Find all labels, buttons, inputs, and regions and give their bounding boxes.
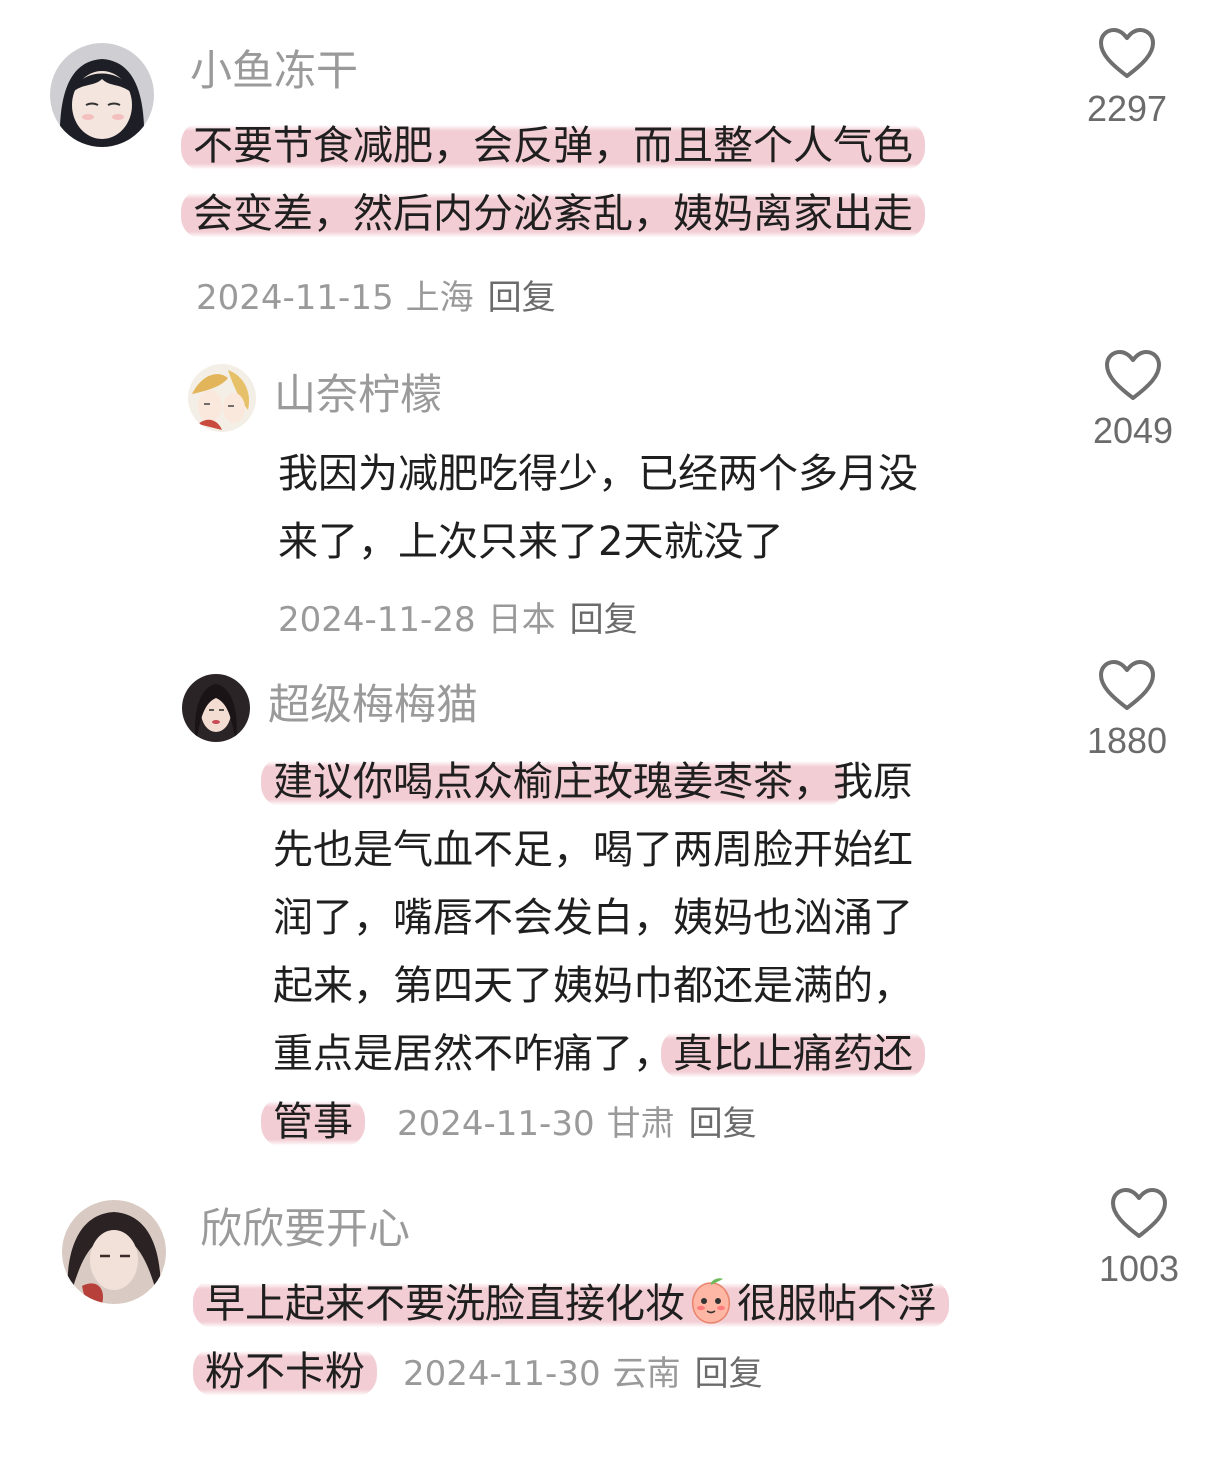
comment-line: 重点是居然不咋痛了， bbox=[273, 1031, 673, 1077]
comment-text: 建议你喝点众榆庄玫瑰姜枣茶，我原 先也是气血不足，喝了两周脸开始红 润了，嘴唇不… bbox=[261, 748, 925, 1156]
like-count: 1880 bbox=[1086, 720, 1168, 761]
avatar[interactable] bbox=[188, 364, 256, 432]
comment-text: 不要节食减肥，会反弹，而且整个人气色 会变差，然后内分泌紊乱，姨妈离家出走 bbox=[181, 112, 925, 248]
highlighted-text: 早上起来不要洗脸直接化妆 很服帖不浮 bbox=[193, 1277, 949, 1329]
comment-date: 2024-11-28 bbox=[278, 600, 476, 640]
username[interactable]: 欣欣要开心 bbox=[200, 1208, 410, 1250]
like-count: 1003 bbox=[1098, 1248, 1180, 1289]
comment-line: 先也是气血不足，喝了两周脸开始红 bbox=[273, 827, 913, 873]
username[interactable]: 山奈柠檬 bbox=[274, 374, 442, 416]
like-button[interactable]: 1880 bbox=[1072, 658, 1182, 762]
comment-date: 2024-11-15 bbox=[196, 278, 394, 318]
comment-meta: 2024-11-30 甘肃 回复 bbox=[397, 1104, 757, 1144]
comment-location: 甘肃 bbox=[606, 1104, 675, 1144]
heart-outline-icon bbox=[1111, 1188, 1167, 1238]
username[interactable]: 超级梅梅猫 bbox=[268, 684, 478, 726]
comment-line: 起来，第四天了姨妈巾都还是满的， bbox=[273, 963, 913, 1009]
avatar[interactable] bbox=[50, 43, 154, 147]
comment-item: 超级梅梅猫 建议你喝点众榆庄玫瑰姜枣茶，我原 先也是气血不足，喝了两周脸开始红 … bbox=[0, 650, 1220, 1180]
username[interactable]: 小鱼冻干 bbox=[190, 50, 358, 92]
comment-item: 小鱼冻干 不要节食减肥，会反弹，而且整个人气色 会变差，然后内分泌紊乱，姨妈离家… bbox=[0, 0, 1220, 330]
like-button[interactable]: 2049 bbox=[1078, 348, 1188, 452]
highlighted-text: 不要节食减肥，会反弹，而且整个人气色 bbox=[181, 121, 925, 171]
comment-text: 我因为减肥吃得少，已经两个多月没 来了，上次只来了2天就没了 bbox=[278, 440, 918, 576]
shy-peach-emoji-icon bbox=[687, 1277, 735, 1325]
comment-line: 早上起来不要洗脸直接化妆 bbox=[205, 1281, 685, 1327]
comment-location: 日本 bbox=[487, 600, 556, 640]
reply-button[interactable]: 回复 bbox=[695, 1354, 763, 1394]
comment-meta: 2024-11-30 云南 回复 bbox=[403, 1354, 763, 1394]
comment-line: 很服帖不浮 bbox=[737, 1281, 937, 1327]
avatar[interactable] bbox=[182, 674, 250, 742]
highlighted-text: 真比止痛药还 bbox=[661, 1029, 925, 1079]
comment-date: 2024-11-30 bbox=[403, 1354, 601, 1394]
heart-outline-icon bbox=[1099, 660, 1155, 710]
reply-button[interactable]: 回复 bbox=[488, 278, 556, 318]
heart-outline-icon bbox=[1099, 28, 1155, 78]
like-count: 2049 bbox=[1092, 410, 1174, 451]
highlighted-text: 会变差，然后内分泌紊乱，姨妈离家出走 bbox=[181, 189, 925, 239]
comment-line: 我因为减肥吃得少，已经两个多月没 bbox=[278, 451, 918, 497]
comment-item: 欣欣要开心 早上起来不要洗脸直接化妆 很服帖不浮 粉不卡粉 2024-11-30 云南… bbox=[0, 1180, 1220, 1483]
heart-outline-icon bbox=[1105, 350, 1161, 400]
comment-item: 山奈柠檬 我因为减肥吃得少，已经两个多月没 来了，上次只来了2天就没了 2024… bbox=[0, 330, 1220, 650]
comment-location: 上海 bbox=[405, 278, 474, 318]
highlighted-text: 管事 bbox=[261, 1097, 365, 1147]
like-button[interactable]: 2297 bbox=[1072, 26, 1182, 130]
comment-date: 2024-11-30 bbox=[397, 1104, 595, 1144]
highlighted-text: 建议你喝点众榆庄玫瑰姜枣茶， bbox=[261, 757, 845, 807]
comment-location: 云南 bbox=[612, 1354, 681, 1394]
avatar[interactable] bbox=[62, 1200, 166, 1304]
comment-text: 早上起来不要洗脸直接化妆 很服帖不浮 粉不卡粉 2024-11-30 云南 回复 bbox=[193, 1270, 949, 1406]
highlighted-text: 粉不卡粉 bbox=[193, 1347, 377, 1397]
comment-meta: 2024-11-15 上海 回复 bbox=[196, 270, 556, 319]
comment-meta: 2024-11-28 日本 回复 bbox=[278, 592, 638, 641]
like-button[interactable]: 1003 bbox=[1084, 1186, 1194, 1290]
reply-button[interactable]: 回复 bbox=[689, 1104, 757, 1144]
reply-button[interactable]: 回复 bbox=[570, 600, 638, 640]
like-count: 2297 bbox=[1086, 88, 1168, 129]
comment-line: 润了，嘴唇不会发白，姨妈也汹涌了 bbox=[273, 895, 913, 941]
comment-line: 来了，上次只来了2天就没了 bbox=[278, 519, 784, 565]
comment-line: 我原 bbox=[833, 759, 913, 805]
